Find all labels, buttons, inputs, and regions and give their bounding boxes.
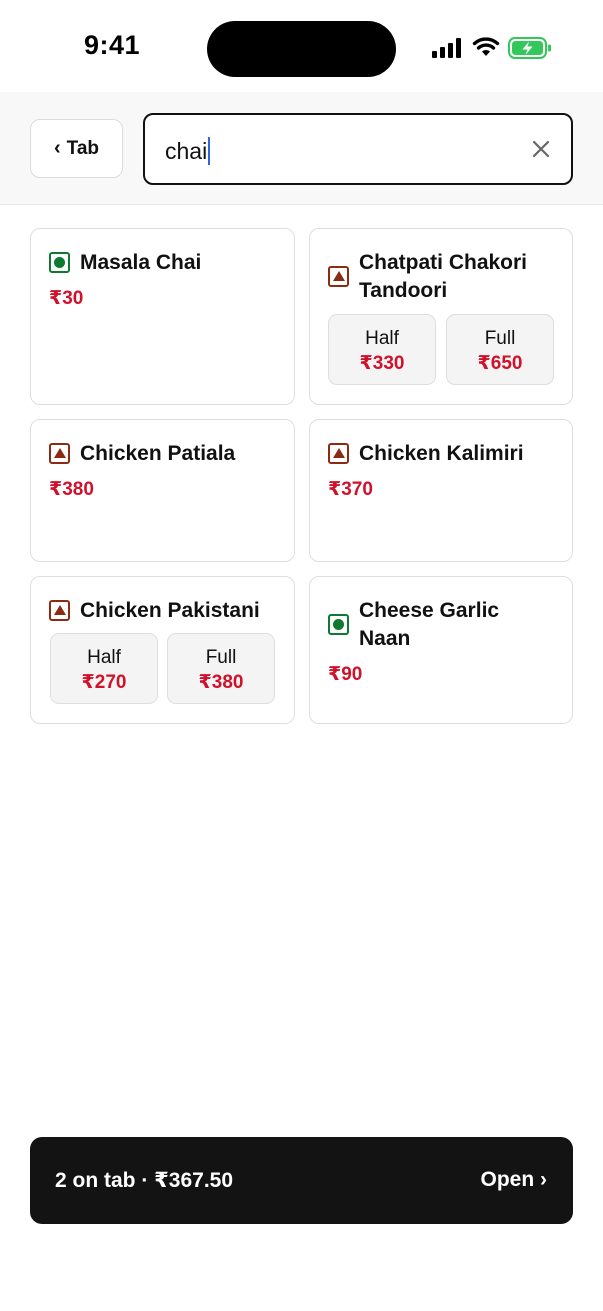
wifi-icon bbox=[472, 37, 500, 56]
search-header: ‹ Tab chai bbox=[0, 92, 603, 205]
nonveg-indicator-icon bbox=[328, 443, 349, 464]
dynamic-island bbox=[207, 21, 396, 77]
menu-item-card[interactable]: Masala Chai ₹30 bbox=[30, 228, 295, 405]
menu-item-card[interactable]: Chicken Patiala ₹380 bbox=[30, 419, 295, 562]
variant-price: ₹380 bbox=[198, 672, 244, 693]
item-price: ₹30 bbox=[49, 288, 84, 309]
nonveg-indicator-icon bbox=[49, 443, 70, 464]
variant-label: Full bbox=[484, 328, 516, 349]
veg-indicator-icon bbox=[49, 252, 70, 273]
variant-label: Half bbox=[87, 647, 121, 668]
variant-label: Half bbox=[365, 328, 399, 349]
back-button-label: Tab bbox=[66, 137, 100, 159]
signal-icon bbox=[432, 38, 461, 58]
item-name: Cheese Garlic Naan bbox=[359, 599, 500, 650]
search-input-value: chai bbox=[165, 138, 208, 164]
variant-price: ₹330 bbox=[359, 353, 405, 374]
nonveg-indicator-icon bbox=[328, 266, 349, 287]
menu-item-card[interactable]: Chicken Pakistani Half ₹270 Full ₹380 bbox=[30, 576, 295, 724]
open-tab-button[interactable]: Open › bbox=[481, 1168, 548, 1192]
back-to-tab-button[interactable]: ‹ Tab bbox=[30, 119, 123, 178]
variant-full-button[interactable]: Full ₹380 bbox=[167, 633, 275, 704]
item-price: ₹90 bbox=[328, 664, 363, 685]
tab-summary: 2 on tab · ₹367.50 bbox=[55, 1169, 234, 1192]
variant-full-button[interactable]: Full ₹650 bbox=[446, 314, 554, 385]
status-bar: 9:41 bbox=[0, 0, 603, 92]
item-price: ₹370 bbox=[328, 479, 373, 500]
clear-icon[interactable] bbox=[529, 137, 553, 161]
chevron-left-icon: ‹ bbox=[53, 137, 61, 159]
item-name: Chatpati Chakori Tandoori bbox=[359, 251, 528, 302]
item-name: Chicken Pakistani bbox=[80, 599, 260, 622]
menu-item-card[interactable]: Chicken Kalimiri ₹370 bbox=[309, 419, 573, 562]
text-cursor bbox=[208, 137, 211, 165]
item-name: Masala Chai bbox=[80, 251, 202, 274]
menu-item-card[interactable]: Chatpati Chakori Tandoori Half ₹330 Full… bbox=[309, 228, 573, 405]
variant-half-button[interactable]: Half ₹270 bbox=[50, 633, 158, 704]
variant-price: ₹650 bbox=[477, 353, 523, 374]
menu-item-card[interactable]: Cheese Garlic Naan ₹90 bbox=[309, 576, 573, 724]
status-time: 9:41 bbox=[84, 30, 141, 60]
veg-indicator-icon bbox=[328, 614, 349, 635]
search-input[interactable]: chai bbox=[143, 113, 573, 185]
variant-price: ₹270 bbox=[81, 672, 127, 693]
nonveg-indicator-icon bbox=[49, 600, 70, 621]
item-name: Chicken Kalimiri bbox=[359, 442, 524, 465]
variant-label: Full bbox=[205, 647, 237, 668]
variant-half-button[interactable]: Half ₹330 bbox=[328, 314, 436, 385]
open-tab-bar[interactable]: 2 on tab · ₹367.50 Open › bbox=[30, 1137, 573, 1224]
battery-charging-icon bbox=[508, 37, 551, 59]
item-name: Chicken Patiala bbox=[80, 442, 236, 465]
item-price: ₹380 bbox=[49, 479, 94, 500]
